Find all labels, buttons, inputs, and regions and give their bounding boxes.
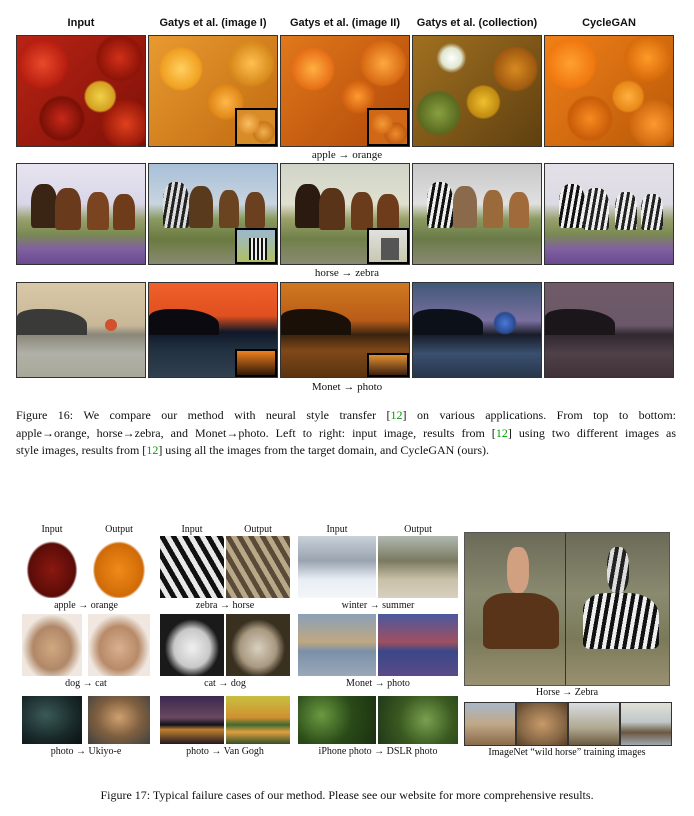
fig16-apple-gatys-collection-image (412, 35, 542, 147)
dog-input-image (22, 614, 82, 676)
output-header: Output (404, 524, 432, 535)
row-label-monet-photo: Monet → photo (311, 381, 383, 393)
reference-link[interactable]: 12 (146, 443, 158, 457)
wild-horse-training-image-3 (568, 702, 620, 746)
summer-output-image (378, 536, 458, 598)
output-header: Output (105, 524, 133, 535)
photo-input-image (160, 696, 224, 744)
label-apple-orange: apple → orange (54, 600, 118, 611)
zebra-input-image (160, 536, 224, 598)
apple-input-image (22, 536, 82, 598)
label-photo-vangogh: photo → Van Gogh (186, 746, 264, 757)
label-horse-zebra: Horse → Zebra (535, 687, 599, 698)
photo-output-image (378, 614, 458, 676)
label-winter-summer: winter → summer (341, 600, 415, 611)
dog-output-image (226, 614, 290, 676)
column-header-input: Input (67, 17, 95, 29)
fig16-horse-gatys1-image (148, 163, 278, 265)
style-reference-inset (367, 108, 409, 146)
input-header: Input (41, 524, 63, 535)
label-photo-ukiyoe: photo → Ukiyo-e (50, 746, 122, 757)
fig16-horse-input-image (16, 163, 146, 265)
column-header-gatys-image-1: Gatys et al. (image I) (159, 17, 267, 29)
row-label-horse-zebra: horse → zebra (314, 267, 380, 279)
column-header-gatys-image-2: Gatys et al. (image II) (289, 17, 401, 29)
wild-horse-training-image-1 (464, 702, 516, 746)
label-iphone-dslr: iPhone photo → DSLR photo (318, 746, 438, 757)
monet-input-image (298, 614, 376, 676)
caption-line: apple→orange, horse→zebra, and Monet→pho… (16, 425, 677, 440)
fig16-monet-gatys2-image (280, 282, 410, 378)
column-header-cyclegan: CycleGAN (582, 17, 636, 29)
figure-16-caption: Figure 16: We compare our method with ne… (16, 407, 676, 460)
fig16-apple-cyclegan-image (544, 35, 674, 147)
input-header: Input (181, 524, 203, 535)
horse-output-image (226, 536, 290, 598)
fig16-monet-gatys-collection-image (412, 282, 542, 378)
ukiyoe-output-image (88, 696, 150, 744)
label-dog-cat: dog → cat (65, 678, 107, 689)
orange-output-image (88, 536, 150, 598)
style-reference-inset (235, 228, 277, 264)
fig16-apple-gatys2-image (280, 35, 410, 147)
label-imagenet-wild-horse: ImageNet “wild horse” training images (488, 747, 646, 758)
wild-horse-training-image-4 (620, 702, 672, 746)
fig16-monet-cyclegan-image (544, 282, 674, 378)
style-reference-inset (367, 353, 409, 377)
fig16-monet-input-image (16, 282, 146, 378)
label-cat-dog: cat → dog (204, 678, 246, 689)
label-zebra-horse: zebra → horse (195, 600, 255, 611)
label-monet-photo: Monet → photo (346, 678, 410, 689)
vangogh-output-image (226, 696, 290, 744)
input-header: Input (326, 524, 348, 535)
style-reference-inset (235, 108, 277, 146)
caption-line: style images, results from [12] using al… (16, 443, 490, 457)
fig16-horse-gatys2-image (280, 163, 410, 265)
fig16-horse-cyclegan-image (544, 163, 674, 265)
output-header: Output (244, 524, 272, 535)
row-label-apple-orange: apple → orange (311, 149, 383, 161)
cat-input-image (160, 614, 224, 676)
cat-output-image (88, 614, 150, 676)
dslr-photo-output-image (378, 696, 458, 744)
fig16-horse-gatys-collection-image (412, 163, 542, 265)
fig16-apple-gatys1-image (148, 35, 278, 147)
horse-zebra-large-image (464, 532, 670, 686)
reference-link[interactable]: 12 (391, 408, 403, 422)
winter-input-image (298, 536, 376, 598)
wild-horse-training-image-2 (516, 702, 568, 746)
fig16-monet-gatys1-image (148, 282, 278, 378)
photo-input-image (22, 696, 82, 744)
iphone-photo-input-image (298, 696, 376, 744)
fig16-apple-input-image (16, 35, 146, 147)
column-header-gatys-collection: Gatys et al. (collection) (416, 17, 538, 29)
caption-line: Figure 16: We compare our method with ne… (16, 408, 676, 422)
style-reference-inset (367, 228, 409, 264)
reference-link[interactable]: 12 (496, 426, 508, 440)
figure-17-caption: Figure 17: Typical failure cases of our … (100, 788, 594, 802)
style-reference-inset (235, 349, 277, 377)
